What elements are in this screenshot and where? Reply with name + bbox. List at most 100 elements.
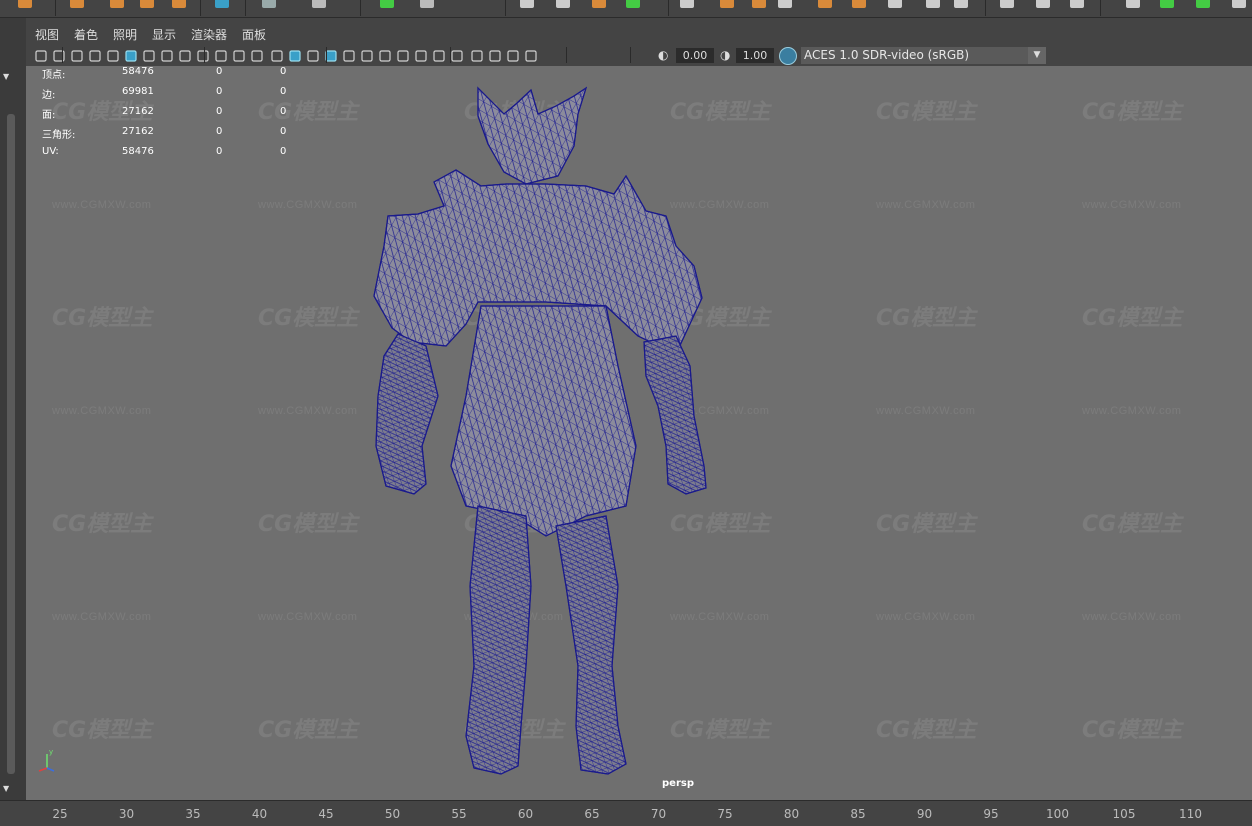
smooth-shade-icon[interactable] (288, 48, 302, 62)
panel-menu-bar: 视图 着色 照明 显示 渲染器 面板 (26, 18, 1252, 45)
camera-attributes-icon[interactable] (52, 48, 66, 62)
shadows-icon[interactable] (378, 48, 392, 62)
shelf-tool-icon[interactable] (1000, 0, 1014, 8)
timeline-tick-label: 100 (1046, 807, 1069, 821)
chevron-down-icon[interactable]: ▼ (1028, 47, 1046, 64)
shelf-tool-icon[interactable] (262, 0, 276, 8)
hud-label: 边: (42, 90, 56, 101)
use-default-material-icon[interactable] (306, 48, 320, 62)
wireframe-icon[interactable] (270, 48, 284, 62)
use-all-lights-icon[interactable] (360, 48, 374, 62)
shelf-tool-icon[interactable] (172, 0, 186, 8)
shelf-tool-icon[interactable] (1070, 0, 1084, 8)
shelf-separator (245, 0, 246, 16)
color-management-icon[interactable] (779, 47, 797, 65)
shelf-tool-icon[interactable] (720, 0, 734, 8)
left-panel-strip: ▼ ▼ (0, 18, 26, 800)
xray-active-icon[interactable] (488, 48, 502, 62)
shelf-tool-icon[interactable] (70, 0, 84, 8)
gamma-icon[interactable]: ◑ (720, 48, 734, 62)
shelf-tool-icon[interactable] (140, 0, 154, 8)
scroll-up-arrow-icon[interactable]: ▼ (3, 72, 9, 81)
grid-icon[interactable] (142, 48, 156, 62)
shelf-tool-icon[interactable] (110, 0, 124, 8)
bookmarks-icon[interactable] (70, 48, 84, 62)
toolbar-separator (326, 47, 327, 63)
timeline-tick-label: 40 (251, 807, 268, 821)
hud-label: 面: (42, 110, 56, 121)
shelf-tool-icon[interactable] (778, 0, 792, 8)
hud-triangles: 0 (280, 146, 287, 157)
timeline-tick-label: 95 (983, 807, 999, 821)
motion-blur-icon[interactable] (414, 48, 428, 62)
camera-select-icon[interactable] (34, 48, 48, 62)
image-plane-icon[interactable] (88, 48, 102, 62)
shelf-tool-icon[interactable] (215, 0, 229, 8)
2d-pan-zoom-icon[interactable] (106, 48, 120, 62)
exposure-icon[interactable]: ◐ (658, 48, 672, 62)
shelf-tool-icon[interactable] (888, 0, 902, 8)
shelf-tool-icon[interactable] (680, 0, 694, 8)
hud-triangles: 0 (280, 106, 287, 117)
color-space-dropdown[interactable]: ACES 1.0 SDR-video (sRGB) ▼ (801, 47, 1046, 64)
shelf-tool-icon[interactable] (1232, 0, 1246, 8)
menu-panels[interactable]: 面板 (242, 26, 266, 43)
exposure-field[interactable]: 0.00 (676, 48, 714, 63)
axis-y-label: y (49, 748, 53, 756)
hud-selected: 0 (216, 126, 223, 137)
timeline-tick-label: 105 (1112, 807, 1136, 821)
shelf-tool-icon[interactable] (926, 0, 940, 8)
scroll-down-arrow-icon[interactable]: ▼ (3, 784, 9, 793)
menu-renderer[interactable]: 渲染器 (191, 26, 227, 43)
hud-selected: 0 (216, 66, 223, 77)
toolbar-separator (450, 47, 451, 63)
xray-joints-icon[interactable] (506, 48, 520, 62)
shelf-tool-icon[interactable] (852, 0, 866, 8)
menu-lighting[interactable]: 照明 (113, 26, 137, 43)
shelf-tool-icon[interactable] (818, 0, 832, 8)
timeline-ruler[interactable]: 25 30 35 40 45 50 55 60 65 70 75 80 85 90 95 100 105 110 (0, 800, 1252, 826)
shelf-tool-icon[interactable] (954, 0, 968, 8)
shelf-tool-icon[interactable] (1126, 0, 1140, 8)
vertical-scrollbar[interactable] (7, 114, 15, 774)
hud-selected: 0 (216, 106, 223, 117)
shelf-tool-icon[interactable] (420, 0, 434, 8)
camera-name-label: persp (662, 778, 694, 789)
perspective-viewport[interactable]: CG模型主 CG模型主 CG模型主 CG模型主 CG模型主 CG模型主 CG模型主 CG模型主… (26, 66, 1252, 800)
hud-count: 58476 (122, 66, 154, 77)
screen-space-ao-icon[interactable] (396, 48, 410, 62)
shelf-tool-icon[interactable] (752, 0, 766, 8)
xray-icon[interactable] (342, 48, 356, 62)
shelf-tool-icon[interactable] (380, 0, 394, 8)
shelf-tool-icon[interactable] (1036, 0, 1050, 8)
menu-shading[interactable]: 着色 (74, 26, 98, 43)
field-chart-icon[interactable] (214, 48, 228, 62)
film-gate-icon[interactable] (160, 48, 174, 62)
safe-title-icon[interactable] (250, 48, 264, 62)
shelf-tool-icon[interactable] (520, 0, 534, 8)
depth-of-field-icon[interactable] (450, 48, 464, 62)
gate-mask-icon[interactable] (196, 48, 210, 62)
viewport-toolbar: ◐ 0.00 ◑ 1.00 ACES 1.0 SDR-video (sRGB) … (26, 45, 1252, 66)
shelf-tool-icon[interactable] (1196, 0, 1210, 8)
safe-action-icon[interactable] (232, 48, 246, 62)
shelf-tool-icon[interactable] (18, 0, 32, 8)
backface-culling-icon[interactable] (524, 48, 538, 62)
shelf-tool-icon[interactable] (626, 0, 640, 8)
shelf-tool-icon[interactable] (592, 0, 606, 8)
grease-pencil-icon[interactable] (124, 48, 138, 62)
shelf-toolbar (0, 0, 1252, 18)
multisample-aa-icon[interactable] (432, 48, 446, 62)
menu-view[interactable]: 视图 (35, 26, 59, 43)
gamma-field[interactable]: 1.00 (736, 48, 774, 63)
shelf-tool-icon[interactable] (556, 0, 570, 8)
shelf-tool-icon[interactable] (1160, 0, 1174, 8)
menu-show[interactable]: 显示 (152, 26, 176, 43)
isolate-select-icon[interactable] (470, 48, 484, 62)
timeline-tick-label: 25 (52, 807, 68, 821)
shelf-tool-icon[interactable] (312, 0, 326, 8)
hud-label: 三角形: (42, 130, 76, 141)
resolution-gate-icon[interactable] (178, 48, 192, 62)
character-wireframe-model[interactable] (26, 66, 1252, 800)
timeline-tick-label: 110 (1179, 807, 1202, 821)
